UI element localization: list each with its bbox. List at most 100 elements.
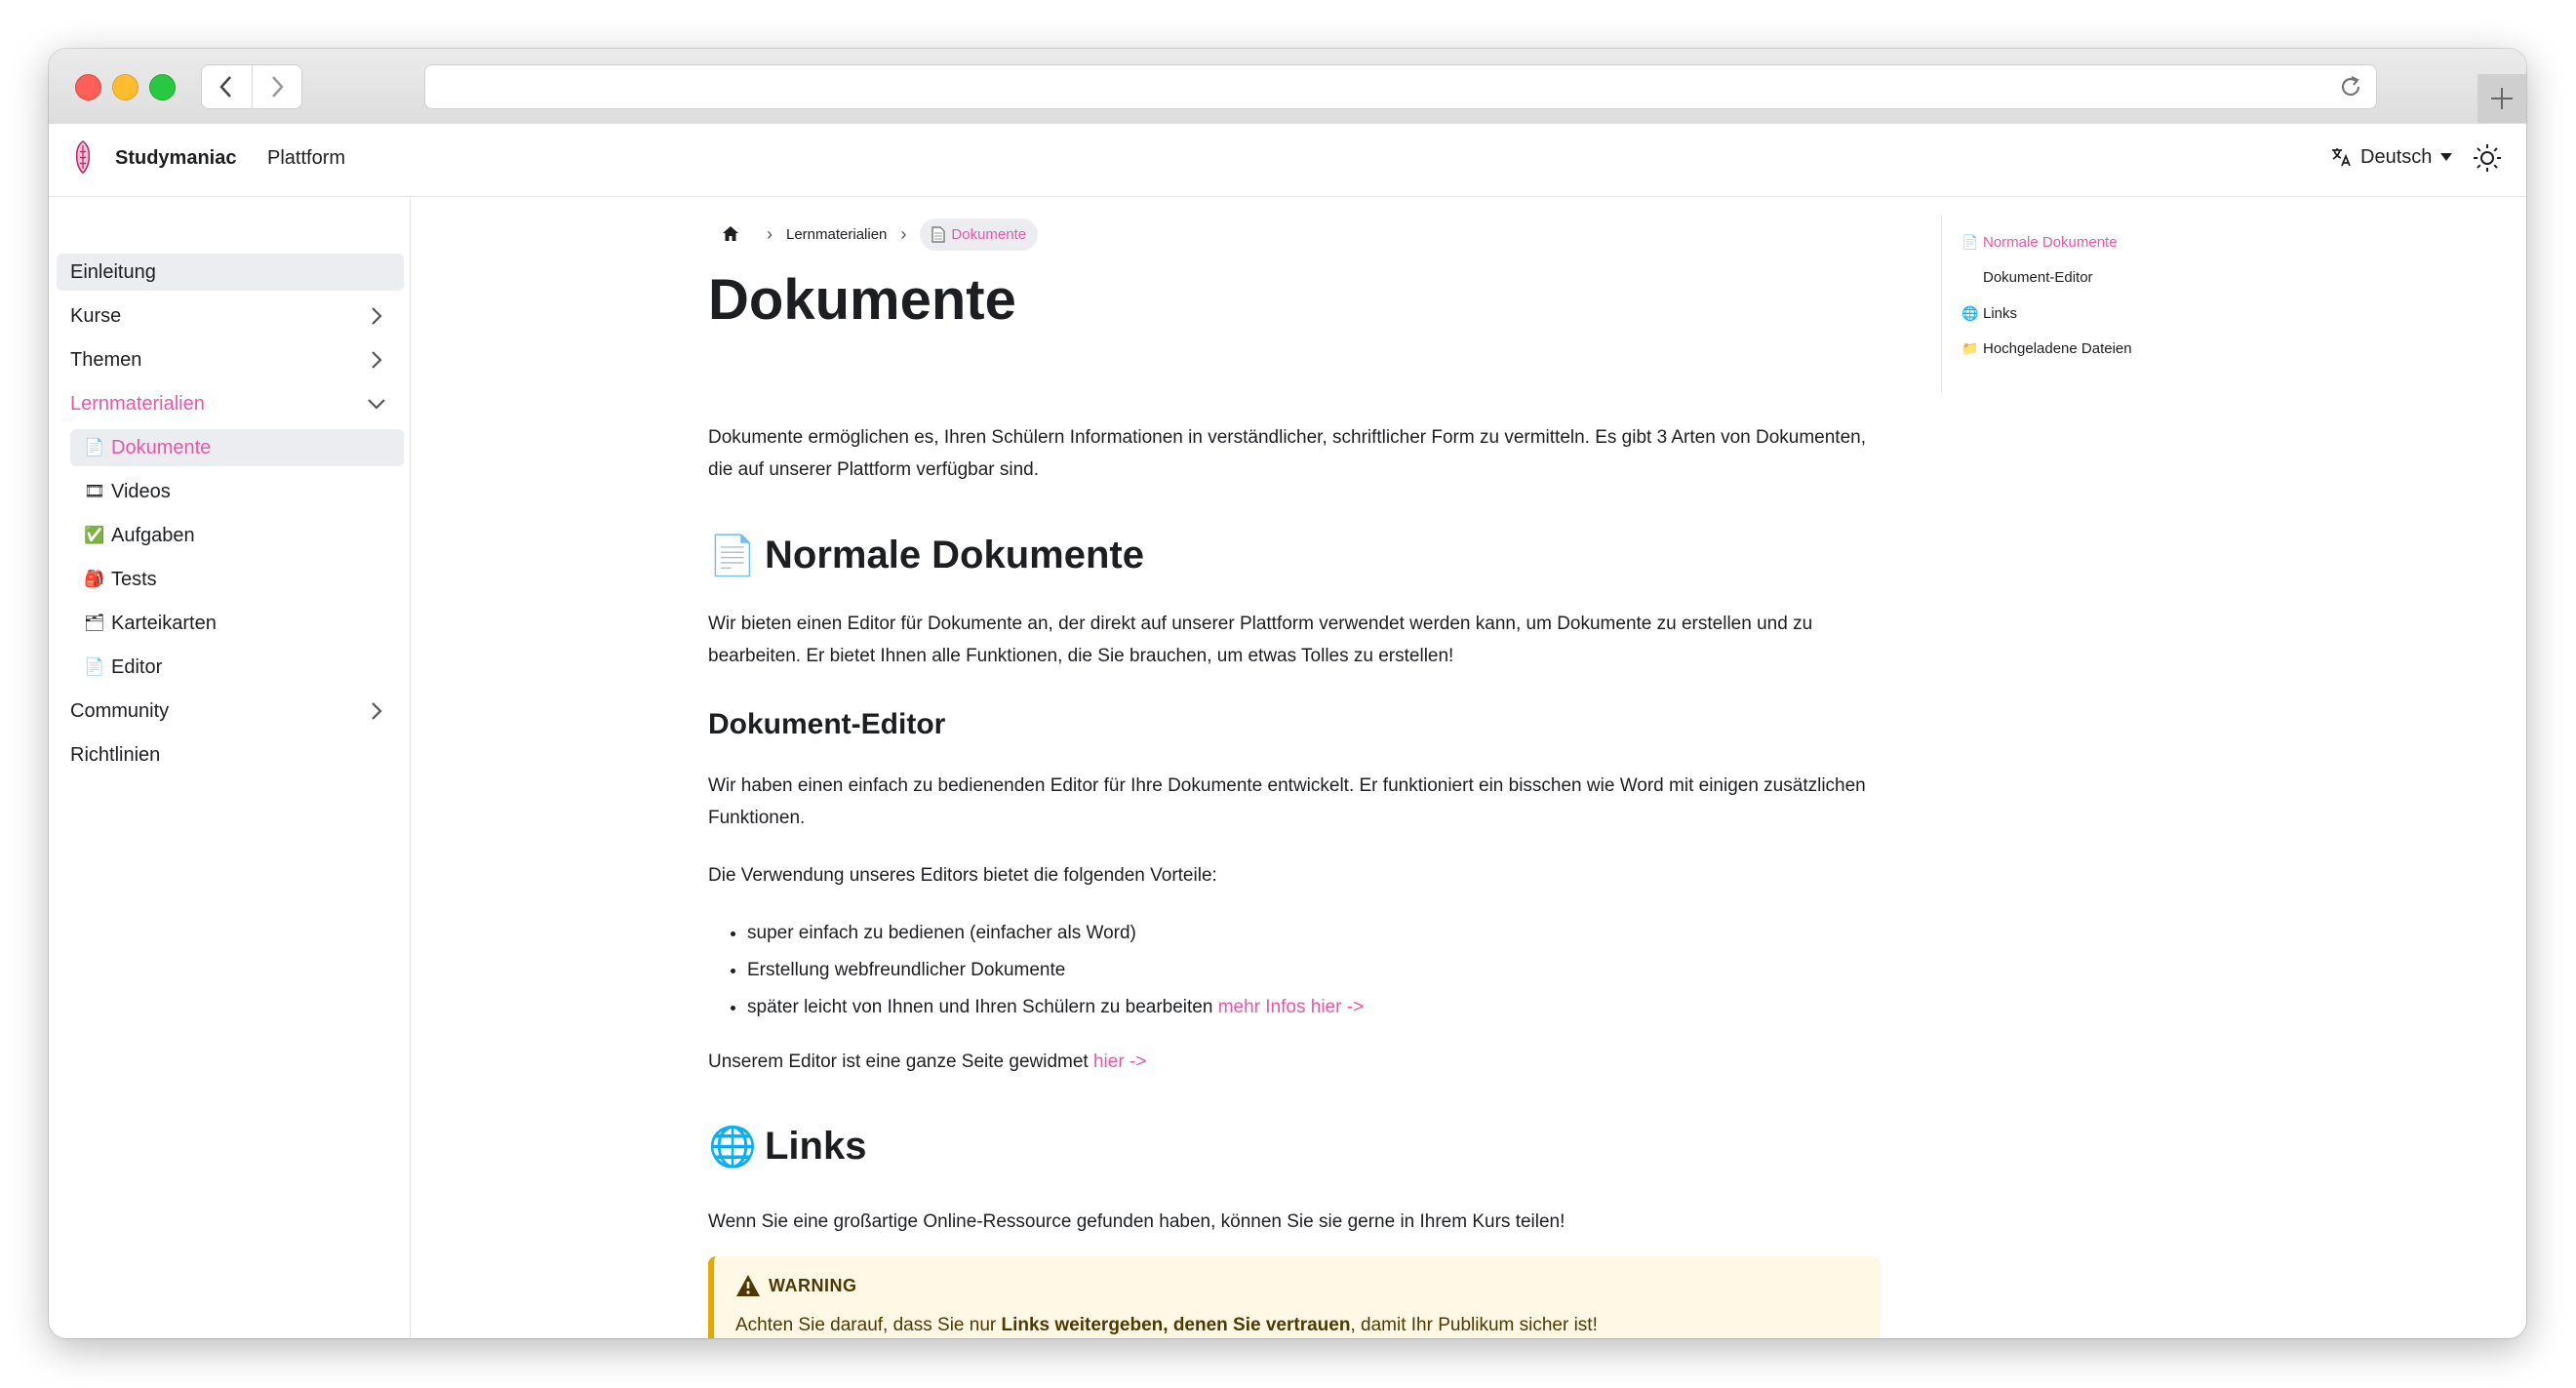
editor-page-text: Unserem Editor ist eine ganze Seite gewi… <box>708 1051 1093 1072</box>
links-paragraph: Wenn Sie eine großartige Online-Ressourc… <box>708 1211 1565 1232</box>
sidebar: Einleitung Kurse Themen Lernmaterialien … <box>49 197 411 1338</box>
forward-button[interactable] <box>251 65 302 108</box>
toc-item-dokument-editor[interactable]: Dokument-Editor <box>1983 269 2093 286</box>
sidebar-item-editor[interactable]: 📄 Editor <box>70 649 404 686</box>
sidebar-item-label: Einleitung <box>70 260 156 283</box>
section-heading-text: Normale Dokumente <box>765 534 1144 576</box>
chevron-right-icon[interactable] <box>367 305 386 327</box>
toc-item-label: Links <box>1983 305 2018 322</box>
backpack-icon: 🎒 <box>84 570 105 589</box>
subsection-heading-dokument-editor: Dokument-Editor <box>708 708 946 740</box>
brand-name[interactable]: Studymaniac <box>115 147 236 170</box>
document-icon: 📄 <box>708 534 757 578</box>
sidebar-item-label: Tests <box>111 568 157 590</box>
chevron-right-icon[interactable] <box>367 349 386 371</box>
advantages-list: super einfach zu bedienen (einfacher als… <box>708 915 1364 1026</box>
sidebar-item-karteikarten[interactable]: 🗂 Karteikarten <box>70 605 404 642</box>
back-button[interactable] <box>202 65 252 108</box>
studymaniac-logo-icon[interactable] <box>72 139 94 175</box>
sidebar-item-einleitung[interactable]: Einleitung <box>57 254 404 291</box>
document-icon: 📄 <box>84 657 105 677</box>
browser-toolbar <box>49 49 2526 125</box>
toc-item-label: Dokument-Editor <box>1983 269 2093 286</box>
close-window-button[interactable] <box>75 74 101 100</box>
sidebar-item-videos[interactable]: 🎞 Videos <box>70 473 404 510</box>
sidebar-item-aufgaben[interactable]: ✅ Aufgaben <box>70 517 404 554</box>
normale-dokumente-paragraph: Wir bieten einen Editor für Dokumente an… <box>708 614 1813 666</box>
breadcrumb-current: Dokumente <box>920 218 1039 251</box>
toc-item-normale-dokumente[interactable]: 📄 Normale Dokumente <box>1962 234 2118 251</box>
card-index-icon: 🗂 <box>84 614 105 633</box>
toc-item-label: Hochgeladene Dateien <box>1983 340 2132 357</box>
sidebar-item-label: Richtlinien <box>70 743 161 766</box>
toc-item-links[interactable]: 🌐 Links <box>1962 305 2017 322</box>
warning-icon <box>736 1275 760 1296</box>
document-icon: 📄 <box>84 438 105 457</box>
sidebar-item-label: Aufgaben <box>111 524 195 546</box>
toc-item-hochgeladene-dateien[interactable]: 📁 Hochgeladene Dateien <box>1962 340 2132 357</box>
more-info-link[interactable]: mehr Infos hier -> <box>1218 997 1364 1017</box>
chevron-right-icon[interactable] <box>367 700 386 722</box>
reload-icon[interactable] <box>2337 73 2364 100</box>
nav-link-plattform[interactable]: Plattform <box>267 147 345 170</box>
sidebar-item-dokumente[interactable]: 📄 Dokumente <box>70 429 404 466</box>
history-buttons <box>201 64 302 109</box>
breadcrumb-lernmaterialien[interactable]: Lernmaterialien <box>786 226 887 243</box>
editor-page-link[interactable]: hier -> <box>1093 1051 1146 1072</box>
sidebar-item-label: Dokumente <box>111 436 212 458</box>
caret-down-icon <box>2440 153 2453 161</box>
new-tab-button[interactable] <box>2477 74 2526 123</box>
sidebar-item-richtlinien[interactable]: Richtlinien <box>57 736 404 773</box>
warning-text-bold: Links weitergeben, denen Sie vertrauen <box>1001 1315 1351 1335</box>
address-bar[interactable] <box>424 64 2377 109</box>
check-icon: ✅ <box>84 526 105 545</box>
browser-window: Studymaniac Plattform Deutsch Einleitung… <box>49 49 2526 1338</box>
list-item-text: Erstellung webfreundlicher Dokumente <box>747 960 1066 980</box>
sidebar-item-label: Videos <box>111 480 171 502</box>
warning-body: Achten Sie darauf, dass Sie nur Links we… <box>735 1315 1859 1336</box>
list-item: Erstellung webfreundlicher Dokumente <box>747 952 1364 989</box>
sidebar-item-label: Themen <box>70 348 142 371</box>
maximize-window-button[interactable] <box>149 74 176 100</box>
site-navbar: Studymaniac Plattform Deutsch <box>49 124 2526 197</box>
language-selector[interactable]: Deutsch <box>2329 145 2453 169</box>
warning-text-after: , damit Ihr Publikum sicher ist! <box>1350 1315 1598 1335</box>
plus-icon <box>2491 88 2513 109</box>
breadcrumb-current-label: Dokumente <box>951 225 1027 243</box>
sun-icon[interactable] <box>2471 141 2504 175</box>
chevron-right-icon <box>271 76 284 98</box>
editor-paragraph: Wir haben einen einfach zu bedienenden E… <box>708 775 1866 828</box>
chevron-left-icon <box>219 76 232 98</box>
sidebar-item-label: Kurse <box>70 304 122 327</box>
sidebar-item-themen[interactable]: Themen <box>57 341 404 378</box>
sidebar-item-kurse[interactable]: Kurse <box>57 297 404 335</box>
list-item-text: super einfach zu bedienen (einfacher als… <box>747 923 1136 943</box>
table-of-contents: 📄 Normale Dokumente Dokument-Editor 🌐 Li… <box>1941 215 2215 392</box>
warning-admonition: WARNING Achten Sie darauf, dass Sie nur … <box>708 1256 1881 1338</box>
section-heading-text: Links <box>765 1125 867 1168</box>
chevron-down-icon[interactable] <box>367 393 386 415</box>
language-label: Deutsch <box>2360 145 2433 168</box>
globe-icon: 🌐 <box>708 1125 757 1170</box>
sidebar-item-community[interactable]: Community <box>57 693 404 730</box>
translate-icon <box>2332 148 2351 167</box>
globe-icon: 🌐 <box>1962 305 1979 322</box>
document-icon <box>931 225 945 243</box>
sidebar-item-label: Editor <box>111 655 163 678</box>
breadcrumb-separator: › <box>767 223 773 244</box>
list-item-text: später leicht von Ihnen und Ihren Schüle… <box>747 997 1218 1017</box>
sidebar-item-lernmaterialien[interactable]: Lernmaterialien <box>57 385 404 422</box>
sidebar-item-tests[interactable]: 🎒 Tests <box>70 561 404 598</box>
page-title: Dokumente <box>708 268 1016 332</box>
document-icon: 📄 <box>1962 234 1979 251</box>
list-item: später leicht von Ihnen und Ihren Schüle… <box>747 989 1364 1026</box>
home-icon[interactable] <box>722 225 739 243</box>
sidebar-item-label: Community <box>70 699 170 722</box>
breadcrumb-separator: › <box>900 223 907 244</box>
warning-title-text: WARNING <box>769 1275 857 1295</box>
advantages-intro: Die Verwendung unseres Editors bietet di… <box>708 865 1217 886</box>
sidebar-item-label: Lernmaterialien <box>70 392 205 415</box>
intro-paragraph: Dokumente ermöglichen es, Ihren Schülern… <box>708 427 1866 480</box>
section-heading-links: 🌐 Links <box>708 1124 866 1170</box>
minimize-window-button[interactable] <box>112 74 139 100</box>
